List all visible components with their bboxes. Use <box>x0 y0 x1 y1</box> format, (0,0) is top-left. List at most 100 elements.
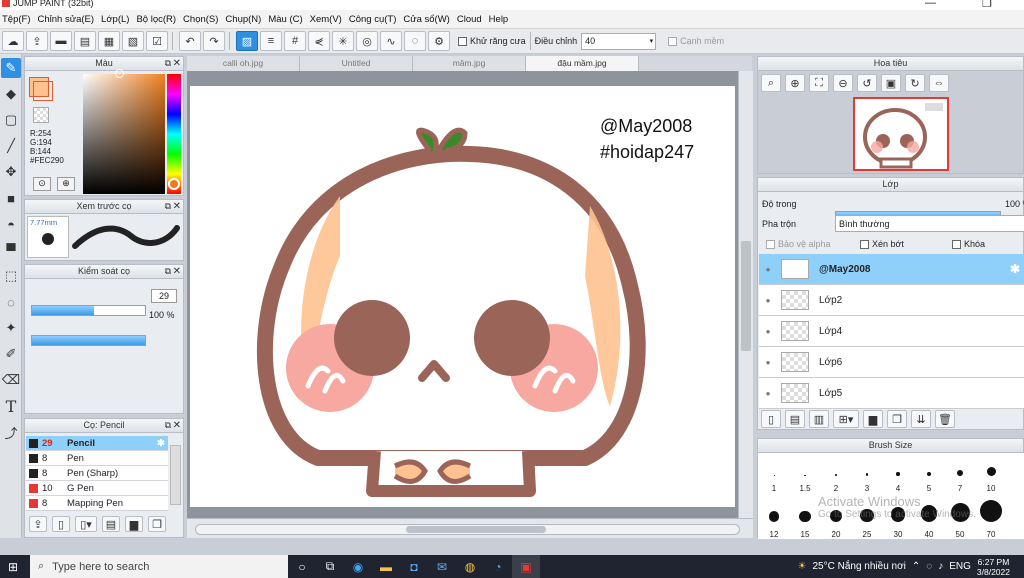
bucket-tool-icon[interactable]: ◓ <box>1 214 21 234</box>
selection-tool-icon[interactable]: ⬚ <box>1 266 21 286</box>
mail-icon[interactable]: ✉ <box>428 555 456 578</box>
tab-mam[interactable]: mâm.jpg <box>413 56 526 71</box>
jump-paint-taskbar-icon[interactable]: ▣ <box>512 555 540 578</box>
edge-icon[interactable]: ◉ <box>344 555 372 578</box>
menu-edit[interactable]: Chỉnh sửa(E) <box>37 14 101 25</box>
brush-size-option[interactable]: 15 <box>790 493 820 539</box>
horizontal-scroll-track[interactable] <box>195 524 740 535</box>
hue-handle[interactable] <box>168 178 180 190</box>
visibility-icon[interactable]: ● <box>759 389 777 398</box>
menu-view[interactable]: Xem(V) <box>309 14 348 25</box>
tab-calli-oh[interactable]: calli oh.jpg <box>187 56 300 71</box>
eraser-tool-icon[interactable]: ◆ <box>1 84 21 104</box>
close-icon[interactable]: ✕ <box>173 200 181 213</box>
volume-icon[interactable]: ♪ <box>938 561 943 572</box>
canvas-horizontal-scrollbar[interactable] <box>187 518 753 538</box>
pattern-lines-icon[interactable]: ≡ <box>260 31 282 51</box>
brush-size-input[interactable]: 29 <box>151 289 177 303</box>
horizontal-scroll-thumb[interactable] <box>406 526 546 533</box>
menu-filter[interactable]: Bộ lọc(R) <box>135 14 182 25</box>
weather-icon[interactable]: ☀ <box>798 561 807 572</box>
adjust-input[interactable]: 40 ▾ <box>581 32 657 50</box>
task-view-icon[interactable]: ⧉ <box>316 555 344 578</box>
move-tool-icon[interactable]: ✥ <box>1 162 21 182</box>
picker-cursor[interactable] <box>115 69 124 78</box>
maximize-icon[interactable]: ❐ <box>982 0 992 10</box>
menu-tools[interactable]: Công cụ(T) <box>348 14 403 25</box>
zalo-icon[interactable]: ◔ <box>484 555 512 578</box>
minimize-icon[interactable]: — <box>925 0 936 9</box>
swap-color-icon[interactable]: ⊕ <box>57 177 75 191</box>
navigator-thumbnail[interactable] <box>853 97 949 171</box>
network-icon[interactable]: ◌ <box>926 561 932 572</box>
new-8bit-layer-icon[interactable]: ▥ <box>809 410 829 428</box>
undo-icon[interactable]: ↶ <box>179 31 201 51</box>
brush-opacity-slider[interactable] <box>31 335 146 346</box>
curve-icon[interactable]: ∿ <box>380 31 402 51</box>
duplicate-layer-icon[interactable]: ❐ <box>887 410 907 428</box>
cloud-icon[interactable]: ☁ <box>2 31 24 51</box>
clock[interactable]: 6:27 PM 3/8/2022 <box>977 557 1010 577</box>
close-icon[interactable]: ✕ <box>173 265 181 278</box>
brush-size-slider[interactable] <box>31 305 146 316</box>
canvas-vertical-scrollbar[interactable] <box>738 71 753 518</box>
brush-item-pen[interactable]: 8 Pen <box>26 451 168 466</box>
zoom-out-icon[interactable]: ⊖ <box>833 74 853 92</box>
actual-size-icon[interactable]: ▣ <box>881 74 901 92</box>
brush-item-pen-sharp[interactable]: 8 Pen (Sharp) <box>26 466 168 481</box>
weather-text[interactable]: 25°C Nắng nhiều nơi <box>812 561 905 572</box>
chevron-up-icon[interactable]: ⌃ <box>912 561 920 572</box>
new-brush-icon[interactable]: ▯ <box>52 516 70 532</box>
perspective-icon[interactable]: ⋞ <box>308 31 330 51</box>
add-layer-menu-icon[interactable]: ⊞▾ <box>833 410 859 428</box>
cortana-icon[interactable]: ○ <box>288 555 316 578</box>
concentric-icon[interactable]: ◎ <box>356 31 378 51</box>
brush-size-option[interactable]: 2 <box>821 453 851 493</box>
menu-window[interactable]: Cửa sổ(W) <box>402 14 455 25</box>
layout-icon[interactable]: ▦ <box>98 31 120 51</box>
float-icon[interactable]: ⧉ <box>165 419 171 432</box>
protect-alpha-toggle[interactable]: Bảo vệ alpha <box>766 239 831 249</box>
chrome-icon[interactable]: ◍ <box>456 555 484 578</box>
brush-size-option[interactable]: 12 <box>759 493 789 539</box>
rotate-left-icon[interactable]: ↺ <box>857 74 877 92</box>
menu-layer[interactable]: Lớp(L) <box>100 14 135 25</box>
redo-icon[interactable]: ↷ <box>203 31 225 51</box>
menu-help[interactable]: Help <box>488 14 515 25</box>
select-eraser-tool-icon[interactable]: ⌫ <box>1 370 21 390</box>
rect-select-tool-icon[interactable]: ▢ <box>1 110 21 130</box>
smooth-edge-checkbox[interactable] <box>668 36 678 46</box>
zoom-in-icon[interactable]: ⊕ <box>785 74 805 92</box>
export-icon[interactable]: ⇪ <box>26 31 48 51</box>
copy-brush-icon[interactable]: ▤ <box>102 516 120 532</box>
fill-rect-tool-icon[interactable]: ■ <box>1 188 21 208</box>
rotate-right-icon[interactable]: ↻ <box>905 74 925 92</box>
float-icon[interactable]: ⧉ <box>165 57 171 70</box>
float-icon[interactable]: ⧉ <box>165 265 171 278</box>
brush-size-option[interactable]: 7 <box>945 453 975 493</box>
store-icon[interactable]: ◘ <box>400 555 428 578</box>
comment-icon[interactable]: ▬ <box>50 31 72 51</box>
lock-checkbox[interactable] <box>952 239 961 249</box>
menu-color[interactable]: Màu (C) <box>267 14 308 25</box>
delete-layer-icon[interactable]: 🗑 <box>935 410 955 428</box>
antialias-checkbox[interactable] <box>458 36 467 46</box>
brush-size-option[interactable]: 10 <box>976 453 1006 493</box>
new-halftone-layer-icon[interactable]: ▤ <box>785 410 805 428</box>
eyedropper-icon[interactable]: ⊙ <box>33 177 51 191</box>
duplicate-icon[interactable]: ❐ <box>148 516 166 532</box>
layer-item[interactable]: ● Lớp2 <box>759 285 1024 316</box>
brush-size-option[interactable]: 4 <box>883 453 913 493</box>
chevron-down-icon[interactable]: ▾ <box>650 37 656 45</box>
layer-item[interactable]: ● Lớp6 <box>759 347 1024 378</box>
file-explorer-icon[interactable]: ▬ <box>372 555 400 578</box>
lock-toggle[interactable]: Khóa <box>952 239 985 249</box>
panel-icon[interactable]: ▤ <box>74 31 96 51</box>
grid-settings-icon[interactable]: ▧ <box>122 31 144 51</box>
language-indicator[interactable]: ENG <box>949 561 971 572</box>
taskbar-search[interactable]: ⌕ Type here to search <box>30 555 288 578</box>
brush-size-option[interactable]: 1.5 <box>790 453 820 493</box>
antialias-toggle[interactable]: Khử răng cưa <box>458 36 526 46</box>
folder-icon[interactable]: ▆ <box>125 516 143 532</box>
layer-folder-icon[interactable]: ▆ <box>863 410 883 428</box>
